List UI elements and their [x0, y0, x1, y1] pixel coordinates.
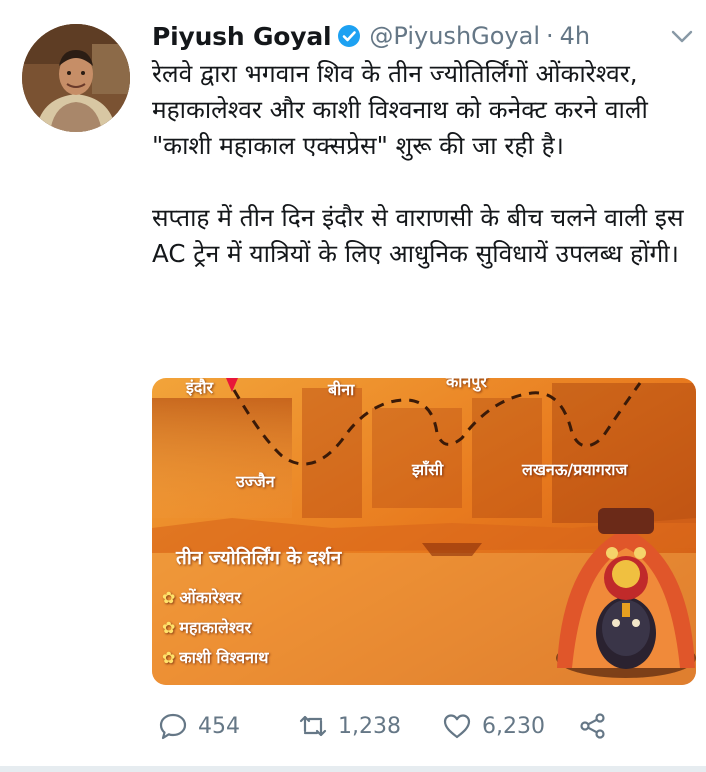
verified-badge-icon	[337, 24, 361, 48]
tweet-text: रेलवे द्वारा भगवान शिव के तीन ज्योतिर्लि…	[152, 56, 692, 272]
reply-button[interactable]: 454	[158, 706, 240, 746]
tweet-paragraph-2: सप्ताह में तीन दिन इंदौर से वाराणसी के ब…	[152, 203, 684, 268]
share-button[interactable]	[578, 706, 608, 746]
tweet-actions: 454 1,238 6,230	[152, 706, 692, 746]
reply-icon	[159, 713, 187, 740]
author-handle[interactable]: @PiyushGoyal	[369, 22, 540, 50]
station-ujjain: उज्जैन	[236, 472, 275, 491]
tweet-media-image[interactable]: इंदौर बीना कानपुर उज्जैन झाँसी लखनऊ/प्रय…	[152, 378, 696, 685]
heart-icon	[443, 714, 471, 739]
like-button[interactable]: 6,230	[442, 706, 545, 746]
jyotirlinga-item: ✿ काशी विश्वनाथ	[162, 648, 269, 667]
station-kanpur: कानपुर	[446, 378, 487, 391]
avatar[interactable]	[22, 24, 130, 132]
flower-icon: ✿	[162, 618, 176, 637]
reply-count: 454	[198, 713, 240, 739]
retweet-button[interactable]: 1,238	[298, 706, 401, 746]
chevron-down-icon[interactable]	[670, 28, 694, 46]
share-icon	[580, 713, 605, 739]
station-lucknow-prayagraj: लखनऊ/प्रयागराज	[522, 460, 628, 479]
profile-photo	[22, 24, 130, 132]
station-jhansi: झाँसी	[412, 460, 444, 479]
station-indore: इंदौर	[186, 378, 214, 397]
station-bina: बीना	[328, 380, 355, 399]
author-name[interactable]: Piyush Goyal	[152, 22, 332, 51]
jyotirlinga-item: ✿ महाकालेश्वर	[162, 618, 252, 637]
tweet-header: Piyush Goyal @PiyushGoyal · 4h	[152, 16, 672, 56]
separator-dot: ·	[546, 22, 554, 50]
like-count: 6,230	[482, 713, 545, 739]
flower-icon: ✿	[162, 648, 176, 667]
tweet-timestamp[interactable]: 4h	[560, 22, 590, 50]
retweet-count: 1,238	[338, 713, 401, 739]
flower-icon: ✿	[162, 588, 176, 607]
divider	[0, 766, 706, 772]
tweet-paragraph-1: रेलवे द्वारा भगवान शिव के तीन ज्योतिर्लि…	[152, 59, 648, 160]
tweet[interactable]: Piyush Goyal @PiyushGoyal · 4h रेलवे द्व…	[0, 0, 706, 772]
retweet-icon	[299, 715, 327, 737]
train-route-graphic	[152, 378, 696, 685]
jyotirlinga-item: ✿ ओंकारेश्वर	[162, 588, 241, 607]
darshan-title: तीन ज्योतिर्लिंग के दर्शन	[176, 547, 342, 569]
